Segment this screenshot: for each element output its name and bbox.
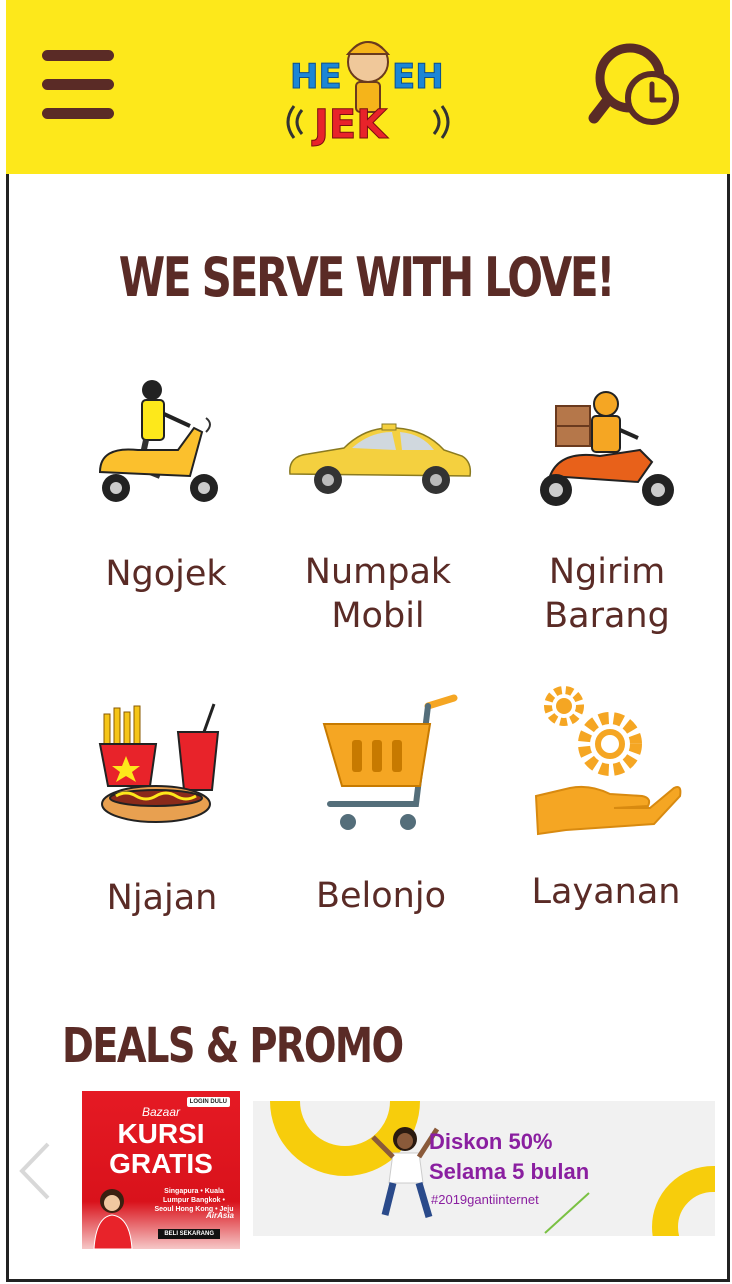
promo-card-airasia[interactable]: LOGIN DULU Bazaar KURSI GRATIS Singapura… (82, 1091, 240, 1249)
car-icon (289, 423, 472, 494)
service-belonjo[interactable]: Belonjo (306, 694, 458, 924)
scooter-rider-icon (98, 380, 218, 502)
svg-text:JEK: JEK (311, 102, 389, 148)
promo-destinations: Singapura • Kuala Lumpur Bangkok • Seoul… (154, 1188, 234, 1213)
service-label: Njajan (106, 878, 218, 918)
promo-bazaar-text: Bazaar (141, 1105, 181, 1119)
service-label: Layanan (531, 872, 681, 912)
search-history-icon[interactable] (588, 36, 688, 136)
service-ngirim-barang[interactable]: Ngirim Barang (524, 386, 690, 636)
service-numpak-mobil[interactable]: Numpak Mobil (286, 376, 472, 636)
deals-title: DEALS & PROMO (62, 1018, 404, 1074)
app-logo: HE EH JEK (286, 41, 450, 149)
promo-hashtag: #2019gantiinternet (431, 1192, 539, 1207)
svg-text:HE: HE (290, 57, 342, 97)
service-label: Numpak Mobil (304, 552, 452, 636)
hamburger-menu-icon[interactable] (42, 50, 114, 120)
chevron-left-icon[interactable] (16, 1140, 56, 1202)
promo-headline: KURSI GRATIS (109, 1118, 213, 1179)
delivery-bike-icon (540, 391, 674, 506)
service-njajan[interactable]: Njajan (92, 700, 232, 920)
svg-text:EH: EH (392, 57, 444, 97)
service-label: Ngojek (105, 554, 227, 594)
promo-cta: BELI SEKARANG (158, 1229, 220, 1239)
service-layanan[interactable]: Layanan (530, 684, 682, 914)
gear-hand-icon (534, 686, 682, 836)
app-frame (6, 0, 730, 1282)
promo-discount-line2: Selama 5 bulan (429, 1159, 590, 1184)
promo-brand: AirAsia (205, 1211, 234, 1220)
service-label: Belonjo (315, 876, 446, 916)
promo-discount-line1: Diskon 50% (429, 1129, 553, 1154)
promo-person-image (93, 1189, 133, 1249)
promo-card-internet[interactable]: Diskon 50% Selama 5 bulan #2019gantiinte… (253, 1101, 715, 1236)
page-headline: WE SERVE WITH LOVE! (118, 246, 616, 309)
shopping-cart-icon (322, 694, 458, 830)
service-ngojek[interactable]: Ngojek (86, 376, 246, 606)
service-label: Ngirim Barang (544, 552, 670, 636)
fast-food-icon (98, 703, 220, 823)
